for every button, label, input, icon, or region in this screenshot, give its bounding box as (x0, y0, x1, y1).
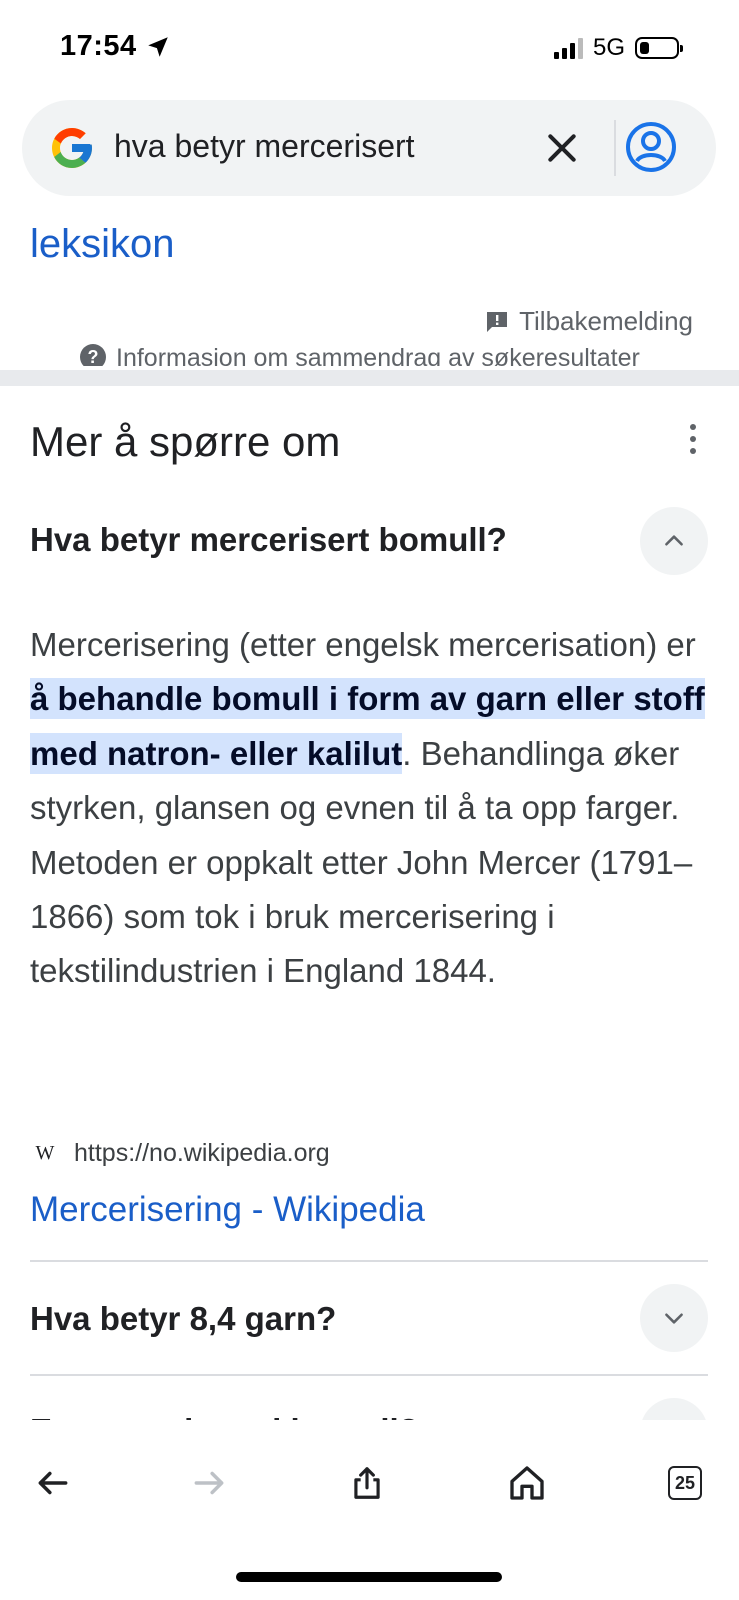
paa-question-row[interactable]: Hva betyr mercerisert bomull? (30, 505, 708, 575)
more-vert-icon[interactable] (688, 424, 698, 454)
collapse-button[interactable] (640, 507, 708, 575)
home-icon (510, 1466, 544, 1500)
google-logo-icon (52, 128, 92, 168)
close-icon[interactable] (542, 128, 582, 168)
status-bar-time: 17:54 (60, 30, 171, 63)
paa-answer: Mercerisering (etter engelsk mercerisati… (30, 618, 720, 999)
expand-button[interactable] (640, 1284, 708, 1352)
paa-title: Mer å spørre om (30, 418, 341, 465)
wikipedia-favicon-icon: W (35, 1142, 55, 1164)
answer-text: Mercerisering (etter engelsk mercerisati… (30, 626, 696, 663)
help-icon: ? (80, 344, 106, 366)
feedback-label: Tilbakemelding (519, 306, 693, 336)
tabs-icon: 25 (668, 1466, 702, 1500)
source-url: https://no.wikipedia.org (74, 1138, 330, 1167)
expand-button[interactable] (640, 1398, 708, 1420)
network-label: 5G (592, 34, 625, 61)
paa-question-text: Hva betyr mercerisert bomull? (30, 521, 507, 558)
share-icon (354, 1467, 380, 1499)
summary-info-label: Informasjon om sammendrag av søkeresulta… (116, 344, 640, 366)
chevron-down-icon (665, 1313, 683, 1324)
source-row[interactable]: W https://no.wikipedia.org (30, 1138, 330, 1168)
battery-icon (635, 37, 683, 59)
feedback-icon (487, 311, 508, 332)
tab-count: 25 (674, 1472, 696, 1493)
home-indicator[interactable] (236, 1572, 502, 1582)
back-button[interactable] (28, 1458, 78, 1508)
summary-info-link[interactable]: ? Informasjon om sammendrag av søkeresul… (80, 344, 640, 366)
account-icon[interactable] (624, 120, 678, 174)
paa-question-text: Hva betyr 8,4 garn? (30, 1300, 337, 1337)
source-title-link[interactable]: Mercerisering - Wikipedia (30, 1190, 425, 1230)
search-divider (614, 120, 616, 176)
share-button[interactable] (342, 1458, 392, 1508)
signal-icon (553, 37, 583, 59)
section-separator (0, 370, 739, 386)
forward-arrow-icon (194, 1471, 224, 1495)
back-arrow-icon (38, 1471, 68, 1495)
search-bar[interactable]: hva betyr mercerisert (22, 100, 716, 196)
status-bar-indicators: 5G (553, 34, 683, 62)
paa-question-row[interactable]: Er merceriserad bomull? (30, 1398, 708, 1420)
result-link[interactable]: leksikon (30, 222, 175, 267)
search-input[interactable]: hva betyr mercerisert (114, 128, 415, 165)
feedback-button[interactable]: Tilbakemelding (485, 306, 693, 337)
divider (30, 1260, 708, 1262)
location-arrow-icon (147, 36, 168, 57)
chevron-up-icon (665, 535, 683, 546)
forward-button[interactable] (184, 1458, 234, 1508)
tabs-button[interactable]: 25 (660, 1458, 710, 1508)
divider (30, 1374, 708, 1376)
home-button[interactable] (502, 1458, 552, 1508)
paa-question-row[interactable]: Hva betyr 8,4 garn? (30, 1284, 708, 1354)
clock: 17:54 (60, 30, 137, 62)
paa-question-text: Er merceriserad bomull? (30, 1412, 419, 1420)
